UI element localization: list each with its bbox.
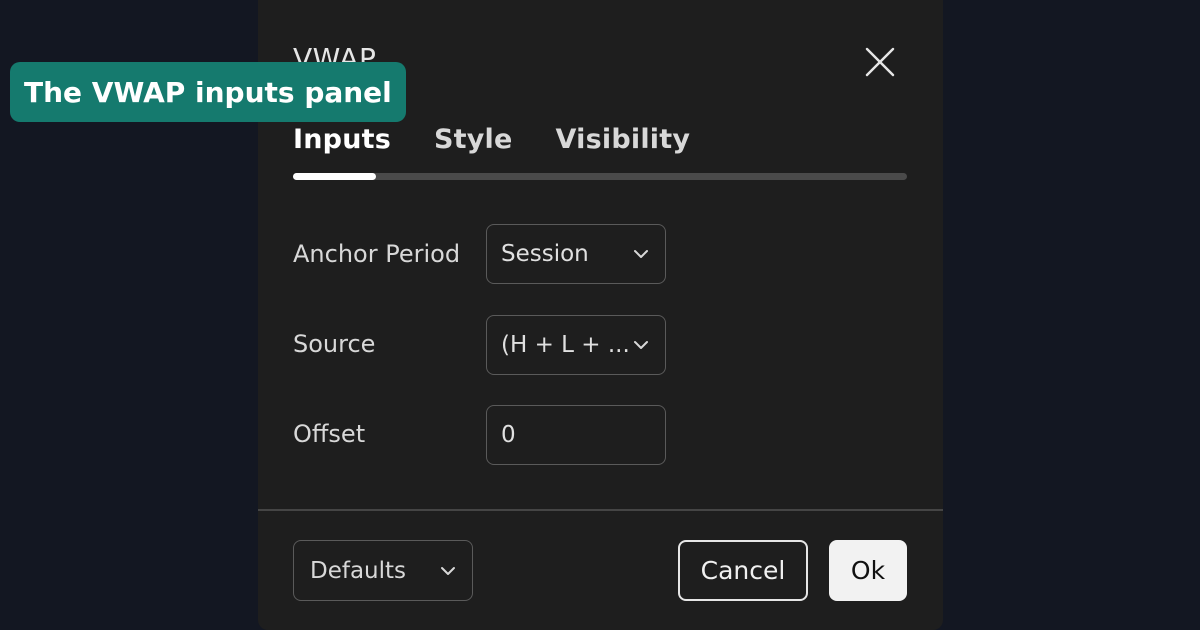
offset-label: Offset [293,420,366,448]
tab-track [293,173,907,180]
chevron-down-icon [441,566,455,575]
source-select[interactable]: (H + L + ... [486,315,666,375]
caption-badge: The VWAP inputs panel [10,62,406,122]
close-button[interactable] [862,44,898,80]
ok-button[interactable]: Ok [829,540,907,601]
anchor-period-label: Anchor Period [293,240,461,268]
offset-value: 0 [501,422,516,448]
tab-bar: Inputs Style Visibility [293,124,733,155]
tab-inputs[interactable]: Inputs [293,124,391,155]
tab-style[interactable]: Style [434,124,513,155]
cancel-button[interactable]: Cancel [678,540,808,601]
close-icon [865,47,895,77]
footer-divider [258,509,943,511]
offset-input[interactable]: 0 [486,405,666,465]
anchor-period-value: Session [501,241,589,267]
active-tab-indicator [293,173,376,180]
source-label: Source [293,330,376,358]
defaults-dropdown[interactable]: Defaults [293,540,473,601]
chevron-down-icon [634,250,648,258]
tab-visibility[interactable]: Visibility [556,124,691,155]
defaults-label: Defaults [310,557,407,584]
chevron-down-icon [634,341,648,349]
anchor-period-select[interactable]: Session [486,224,666,284]
source-value: (H + L + ... [501,332,630,358]
